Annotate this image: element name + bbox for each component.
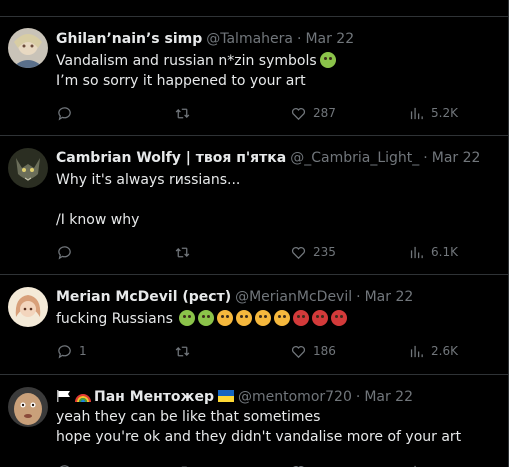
tweet[interactable]: Merian McDevil (рест) @MerianMcDevil · Mar … <box>0 275 508 375</box>
tweet-header: Merian McDevil (рест) @MerianMcDevil · Mar … <box>56 287 413 307</box>
reply-button[interactable] <box>56 461 73 467</box>
retweet-icon <box>175 108 190 118</box>
tweet-actions <box>56 461 466 467</box>
white-flag-icon <box>57 390 70 402</box>
retweet-button[interactable] <box>174 242 191 262</box>
reply-button[interactable]: 1 <box>56 341 87 361</box>
separator-dot: · <box>355 389 361 405</box>
separator-dot: · <box>356 289 361 305</box>
views-icon <box>410 246 423 258</box>
nauseated-face-emoji <box>197 310 214 326</box>
avatar[interactable] <box>8 148 48 188</box>
tweet-date[interactable]: Mar 22 <box>305 31 354 47</box>
reply-button[interactable] <box>56 242 73 262</box>
tweet-text-line: fucking Russians <box>56 309 347 329</box>
like-count: 186 <box>313 344 336 358</box>
views-button[interactable] <box>408 461 425 467</box>
tweet[interactable]: Cambrian Wolfy | твоя п'ятка @_Cambria_Li… <box>0 136 508 275</box>
views-count: 6.1K <box>431 245 458 259</box>
tweet-text-line: I’m so sorry it happened to your art <box>56 73 306 89</box>
retweet-icon <box>175 247 190 257</box>
separator-dot: · <box>423 150 428 166</box>
tweet[interactable]: Пан Ментожер @mentomor720 · Mar 22 yeah the… <box>0 375 508 467</box>
tweet-text-line: yeah they can be like that sometimes <box>56 409 321 425</box>
cursing-face-emoji <box>330 310 347 326</box>
views-icon <box>410 107 423 119</box>
reply-icon <box>59 464 70 467</box>
reply-icon <box>58 106 71 121</box>
heart-icon <box>292 465 305 467</box>
reply-icon <box>58 245 71 260</box>
views-count: 2.6K <box>431 344 458 358</box>
like-button[interactable]: 287 <box>290 103 336 123</box>
nauseated-face-emoji <box>178 310 195 326</box>
vomiting-face-emoji <box>273 310 290 326</box>
tweet-text-line: /I know why <box>56 212 140 228</box>
retweet-button[interactable] <box>174 341 191 361</box>
tweet-header: Cambrian Wolfy | твоя п'ятка @_Cambria_Li… <box>56 148 480 168</box>
views-button[interactable]: 2.6K <box>408 341 458 361</box>
tweet-text-line: Vandalism and russian n*zin symbols <box>56 51 336 71</box>
avatar[interactable] <box>8 28 48 68</box>
tweet-date[interactable]: Mar 22 <box>365 289 414 305</box>
like-button[interactable]: 235 <box>290 242 336 262</box>
like-count: 235 <box>313 245 336 259</box>
retweet-button[interactable] <box>174 103 191 123</box>
tweet-actions: 1 186 2.6K <box>56 341 466 361</box>
tweet-text: Vandalism and russian n*zin symbols I’m … <box>56 51 336 91</box>
reply-button[interactable] <box>56 103 73 123</box>
rainbow-icon <box>75 394 91 402</box>
views-icon <box>410 345 423 357</box>
tweet-header: Пан Ментожер @mentomor720 · Mar 22 <box>56 387 413 407</box>
tweet-header: Ghilan’nain’s simp @Talmahera · Mar 22 <box>56 29 354 49</box>
tweet-actions: 287 5.2K <box>56 103 466 123</box>
reply-icon <box>58 344 71 359</box>
avatar[interactable] <box>8 287 48 327</box>
user-handle[interactable]: @Talmahera <box>206 31 293 47</box>
display-name[interactable]: Cambrian Wolfy | твоя п'ятка <box>56 150 286 166</box>
tweet-text: yeah they can be like that sometimes hop… <box>56 407 461 447</box>
like-count: 287 <box>313 106 336 120</box>
tweet-text: fucking Russians <box>56 309 347 329</box>
views-button[interactable]: 6.1K <box>408 242 458 262</box>
views-count: 5.2K <box>431 106 458 120</box>
heart-icon <box>291 107 306 120</box>
views-button[interactable]: 5.2K <box>408 103 458 123</box>
tweet[interactable]: Ghilan’nain’s simp @Talmahera · Mar 22 Vand… <box>0 17 508 136</box>
tweet-text-line: Why it's always rиssians... <box>56 172 241 188</box>
display-name[interactable]: Пан Ментожер <box>94 389 214 405</box>
ukraine-flag-icon <box>218 390 234 402</box>
heart-icon <box>291 345 306 358</box>
like-button[interactable]: 186 <box>290 341 336 361</box>
avatar[interactable] <box>8 387 48 427</box>
tweet-text: Why it's always rиssians... /I know why <box>56 170 240 230</box>
vomiting-face-emoji <box>216 310 233 326</box>
tweet-date[interactable]: Mar 22 <box>364 389 413 405</box>
cursing-face-emoji <box>292 310 309 326</box>
vomiting-face-emoji <box>235 310 252 326</box>
reply-count: 1 <box>79 344 87 358</box>
views-icon <box>414 465 416 467</box>
retweet-button[interactable] <box>174 461 191 467</box>
nauseated-face-emoji <box>319 52 336 68</box>
display-name[interactable]: Ghilan’nain’s simp <box>56 31 202 47</box>
display-name[interactable]: Merian McDevil (рест) <box>56 289 231 305</box>
tweet-text-line <box>56 190 240 210</box>
user-handle[interactable]: @mentomor720 <box>238 389 352 405</box>
user-handle[interactable]: @MerianMcDevil <box>235 289 352 305</box>
vomiting-face-emoji <box>254 310 271 326</box>
timeline: Ghilan’nain’s simp @Talmahera · Mar 22 Vand… <box>0 0 509 467</box>
retweet-icon <box>175 346 190 356</box>
user-handle[interactable]: @_Cambria_Light_ <box>290 150 419 166</box>
heart-icon <box>291 246 306 259</box>
cursing-face-emoji <box>311 310 328 326</box>
retweet-icon <box>177 466 188 467</box>
like-button[interactable] <box>290 461 307 467</box>
tweet-actions: 235 6.1K <box>56 242 466 262</box>
tweet-date[interactable]: Mar 22 <box>432 150 481 166</box>
separator-dot: · <box>296 31 302 47</box>
tweet-text-line: hope you're ok and they didn't vandalise… <box>56 429 462 445</box>
